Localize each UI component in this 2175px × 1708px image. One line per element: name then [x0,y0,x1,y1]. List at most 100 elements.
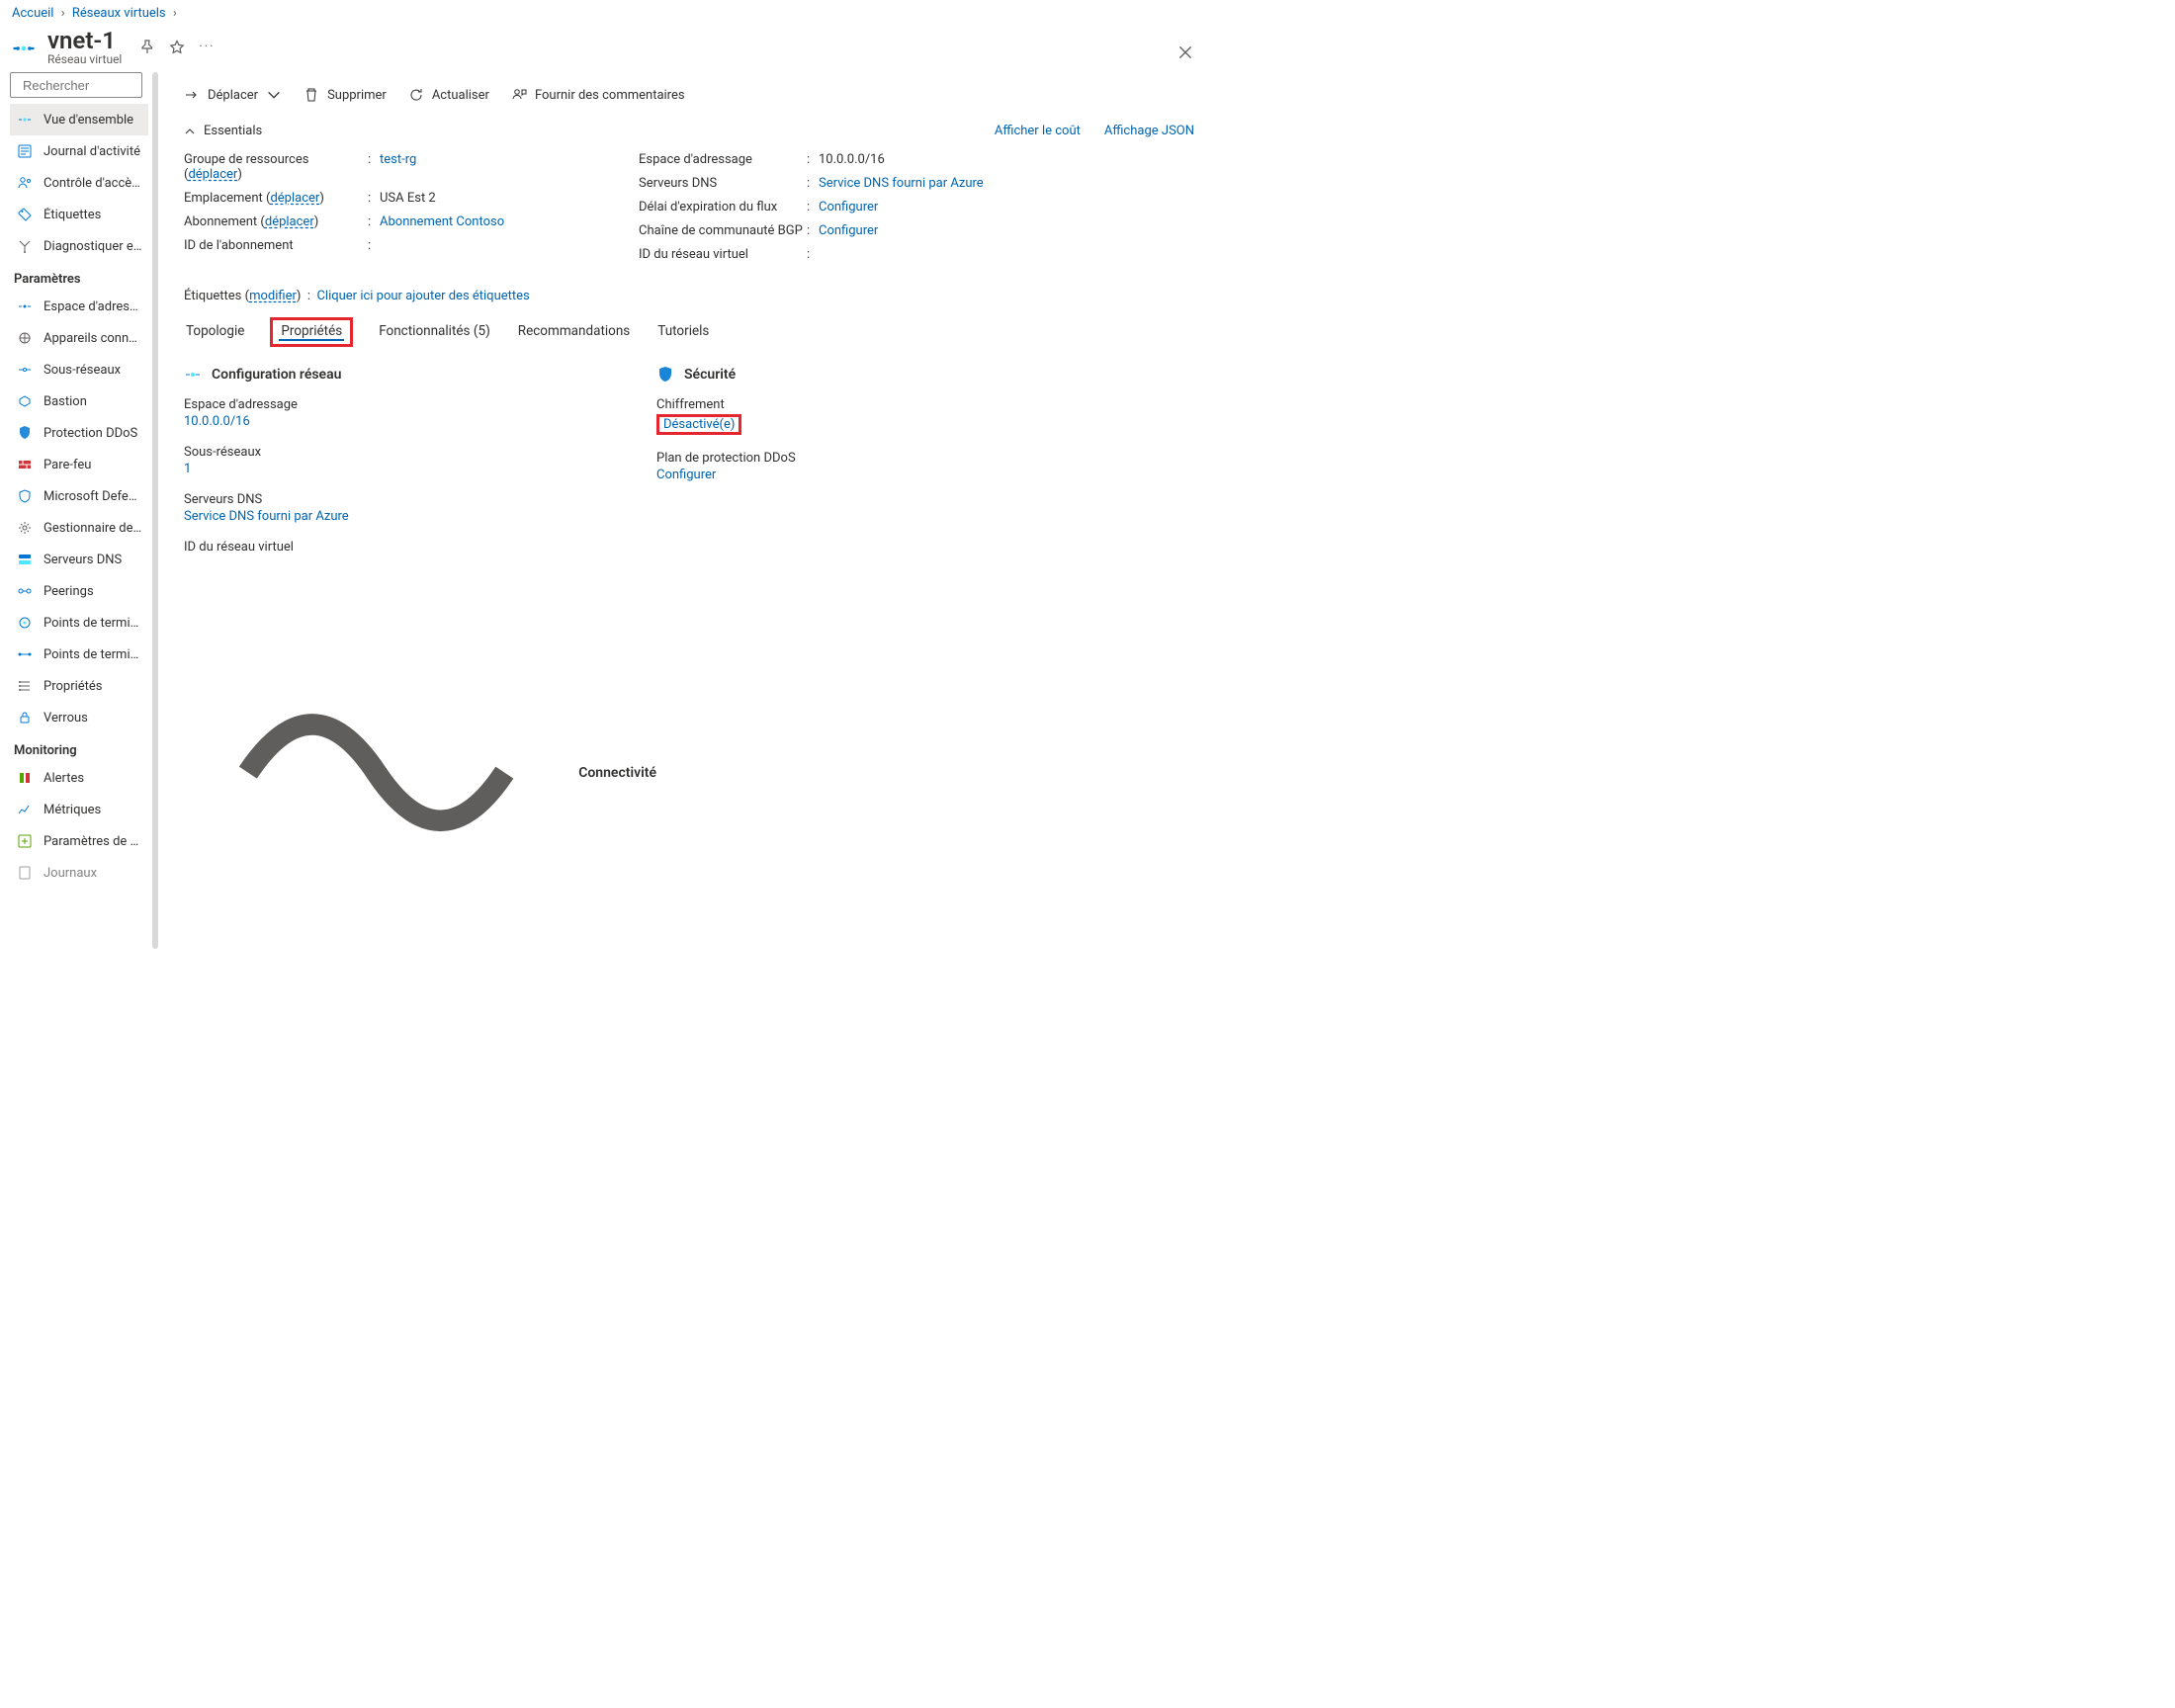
ess-flow-value[interactable]: Configurer [819,200,878,214]
nav-firewall[interactable]: Pare-feu [10,449,148,480]
breadcrumb: Accueil › Réseaux virtuels › [0,0,1208,27]
section-network-config: Configuration réseau [184,366,656,384]
nav-tags[interactable]: Étiquettes [10,199,148,230]
nav-overview[interactable]: Vue d'ensemble [10,104,148,135]
ess-bgp-value[interactable]: Configurer [819,223,878,238]
defender-icon [16,487,34,505]
ess-addr-label: Espace d'adressage [639,152,807,167]
overview-icon [16,111,34,128]
tags-edit-link[interactable]: modifier [249,289,297,303]
ess-rg-value[interactable]: test-rg [380,152,416,167]
nav-ddos-label: Protection DDoS [44,426,137,441]
essentials-toggle[interactable]: Essentials [184,124,262,138]
nav-diagnose-label: Diagnostiquer et résoudre les... [44,239,142,254]
close-icon[interactable] [1176,43,1194,65]
nav-alerts[interactable]: Alertes [10,762,148,794]
ess-rg-label: Groupe de ressources (déplacer) [184,152,368,182]
sec-enc-value[interactable]: Désactivé(e) [663,417,735,432]
cmd-move-label: Déplacer [208,88,258,103]
cmd-refresh[interactable]: Actualiser [408,87,489,103]
nav-diagnose[interactable]: Diagnostiquer et résoudre les... [10,230,148,262]
nav-props-label: Propriétés [44,679,103,694]
more-icon[interactable]: ··· [199,40,215,59]
essentials-grid: Groupe de ressources (déplacer) : test-r… [184,152,1194,271]
nav-connected-devices[interactable]: Appareils connectés [10,322,148,354]
activity-log-icon [16,142,34,160]
nav-private-endpoints[interactable]: Points de terminaison privés [10,639,148,670]
properties-panel: Configuration réseau Espace d'adressage … [184,366,1194,949]
left-nav: « Vue d'ensemble Journal d'activité Cont… [10,72,158,949]
tab-tutorials[interactable]: Tutoriels [655,317,711,347]
cmd-feedback[interactable]: Fournir des commentaires [511,87,685,103]
ess-rg-move-link[interactable]: déplacer [188,167,237,182]
nav-group-monitoring: Monitoring [10,733,148,762]
tabs: Topologie Propriétés Fonctionnalités (5)… [184,317,1194,348]
cmd-delete-label: Supprimer [327,88,387,103]
nav-dns[interactable]: Serveurs DNS [10,544,148,575]
nav-defender[interactable]: Microsoft Defender pour le cloud [10,480,148,512]
nav-peerings[interactable]: Peerings [10,575,148,607]
tab-features[interactable]: Fonctionnalités (5) [377,317,492,347]
tab-recommendations[interactable]: Recommandations [516,317,633,347]
nav-locks[interactable]: Verrous [10,702,148,733]
sec-ddos-label: Plan de protection DDoS [656,451,1194,466]
cmd-delete[interactable]: Supprimer [304,87,387,103]
nav-scrollbar[interactable] [152,72,158,949]
ess-subid-label: ID de l'abonnement [184,238,368,253]
nav-diagnostic-settings[interactable]: Paramètres de diagnostic [10,825,148,857]
nav-ddos[interactable]: Protection DDoS [10,417,148,449]
breadcrumb-vnets[interactable]: Réseaux virtuels [72,6,166,21]
net-subnets-value[interactable]: 1 [184,462,191,476]
ess-sub-value[interactable]: Abonnement Contoso [380,214,504,229]
metrics-icon [16,801,34,818]
logs-icon [16,864,34,882]
nav-addr-label: Espace d'adressage [44,299,142,314]
diagnostic-settings-icon [16,832,34,850]
nav-service-endpoints[interactable]: Points de terminaison de service [10,607,148,639]
nav-firewall-label: Pare-feu [44,458,91,472]
net-dns-value[interactable]: Service DNS fourni par Azure [184,509,349,524]
search-field[interactable] [23,78,197,93]
nav-properties[interactable]: Propriétés [10,670,148,702]
properties-icon [16,677,34,695]
section-connectivity: Connectivité [184,580,656,949]
firewall-icon [16,456,34,473]
ess-sub-move-link[interactable]: déplacer [265,214,314,229]
ess-loc-move-link[interactable]: déplacer [270,191,319,206]
chevron-down-icon [266,87,282,103]
ess-dns-value[interactable]: Service DNS fourni par Azure [819,176,984,191]
network-manager-icon [16,519,34,537]
favorite-icon[interactable] [169,40,185,59]
ess-dns-label: Serveurs DNS [639,176,807,191]
tags-label: Étiquettes [184,289,241,303]
address-space-icon [16,298,34,315]
essentials-label: Essentials [204,124,262,138]
tab-properties[interactable]: Propriétés [270,317,353,347]
nav-subnets[interactable]: Sous-réseaux [10,354,148,385]
ess-vnetid-label: ID du réseau virtuel [639,247,807,262]
nav-address-space[interactable]: Espace d'adressage [10,291,148,322]
breadcrumb-home[interactable]: Accueil [12,6,53,21]
search-input[interactable] [10,72,142,98]
nav-iam[interactable]: Contrôle d'accès (IAM) [10,167,148,199]
pin-icon[interactable] [139,40,155,59]
net-subnets-label: Sous-réseaux [184,445,656,460]
ess-loc-value: USA Est 2 [380,191,436,206]
net-addr-value[interactable]: 10.0.0.0/16 [184,414,250,429]
cmd-move[interactable]: Déplacer [184,87,282,103]
nav-overview-label: Vue d'ensemble [44,113,133,128]
nav-network-manager[interactable]: Gestionnaire de réseau [10,512,148,544]
tab-topology[interactable]: Topologie [184,317,246,347]
sec-ddos-value[interactable]: Configurer [656,468,716,482]
nav-metrics[interactable]: Métriques [10,794,148,825]
json-view-link[interactable]: Affichage JSON [1104,124,1194,138]
nav-bastion[interactable]: Bastion [10,385,148,417]
dns-icon [16,551,34,568]
nav-logs[interactable]: Journaux [10,857,148,889]
page-title: vnet-1 [47,27,122,54]
nav-metrics-label: Métriques [44,803,101,817]
refresh-icon [408,87,424,103]
show-cost-link[interactable]: Afficher le coût [995,124,1081,138]
nav-activity-log[interactable]: Journal d'activité [10,135,148,167]
tags-add-link[interactable]: Cliquer ici pour ajouter des étiquettes [316,289,529,303]
